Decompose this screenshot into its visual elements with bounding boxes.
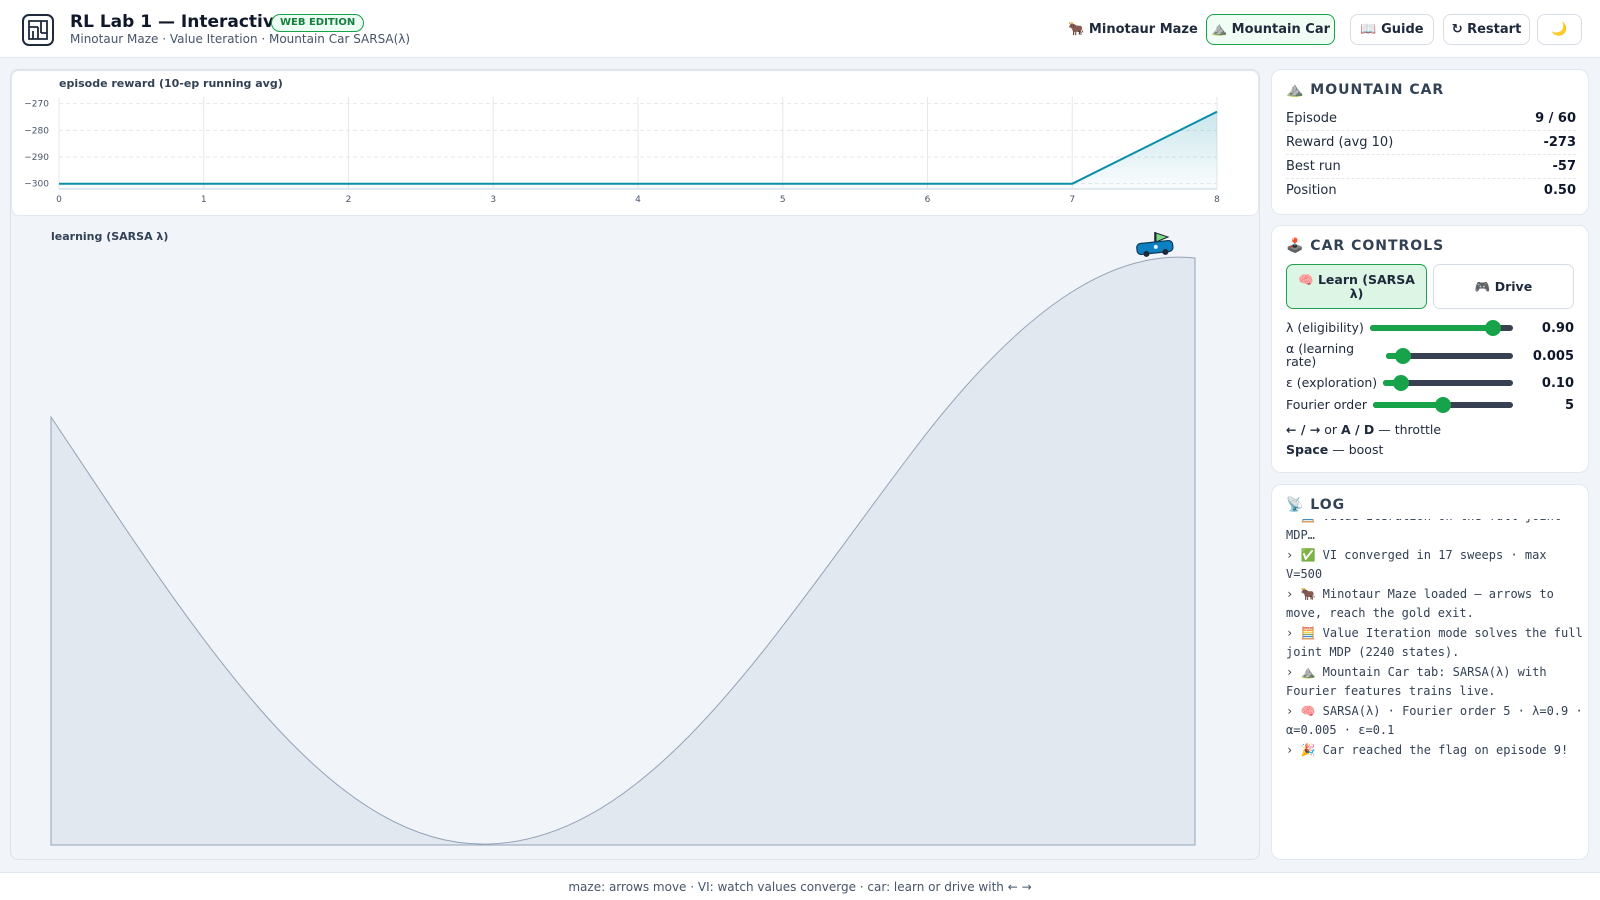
stat-value: -273	[1543, 135, 1576, 150]
footer-bar: maze: arrows move · VI: watch values con…	[0, 872, 1600, 900]
fourier-value: 5	[1564, 398, 1574, 413]
log-line: › ⛰️ Mountain Car tab: SARSA(λ) with Fou…	[1286, 665, 1547, 698]
stat-label: Position	[1286, 183, 1337, 198]
stat-value: -57	[1552, 159, 1577, 174]
x-tick-label: 5	[780, 195, 786, 205]
app-title: RL Lab 1 — Interactive	[70, 12, 286, 32]
hint-or: or	[1320, 422, 1341, 437]
mountain-car-stats-card: ⛰️ MOUNTAIN CAR Episode 9 / 60 Reward (a…	[1271, 69, 1589, 215]
lambda-value: 0.90	[1541, 321, 1574, 336]
car-controls-card: 🕹️ CAR CONTROLS 🧠 Learn (SARSA λ) 🎮 Driv…	[1271, 225, 1589, 473]
x-tick-label: 7	[1069, 195, 1075, 205]
epsilon-value: 0.10	[1541, 376, 1574, 391]
car-icon	[1136, 239, 1174, 257]
hint-space: Space	[1286, 442, 1329, 457]
stat-episode: Episode 9 / 60	[1286, 107, 1576, 131]
x-tick-label: 0	[56, 195, 62, 205]
stats-title: ⛰️ MOUNTAIN CAR	[1286, 82, 1445, 98]
fourier-slider-label: Fourier order	[1286, 397, 1368, 412]
hint-keys: ← / →	[1286, 422, 1321, 437]
y-tick-label: −270	[24, 100, 49, 110]
log-title: 📡 LOG	[1286, 497, 1346, 513]
log-line: › 🧠 SARSA(λ) · Fourier order 5 · λ=0.9 ·…	[1286, 704, 1583, 737]
hint-throttle: — throttle	[1374, 422, 1442, 437]
hint-boost: — boost	[1328, 442, 1384, 457]
x-tick-label: 4	[635, 195, 641, 205]
stat-reward: Reward (avg 10) -273	[1286, 131, 1576, 155]
x-tick-label: 2	[346, 195, 352, 205]
alpha-slider-label: α (learning rate)	[1286, 341, 1355, 369]
log-line: › 🧮 Value Iteration mode solves the full…	[1286, 626, 1583, 659]
tab-mountain-car[interactable]: ⛰️ Mountain Car	[1206, 14, 1335, 45]
log-line: › 🧮 Value Iteration on the full joint MD…	[1286, 519, 1561, 542]
controls-title: 🕹️ CAR CONTROLS	[1286, 238, 1445, 254]
log-line: › 🎉 Car reached the flag on episode 9!	[1286, 743, 1569, 757]
fourier-order-slider[interactable]	[1373, 397, 1513, 413]
x-tick-label: 8	[1214, 195, 1220, 205]
alpha-value: 0.005	[1532, 349, 1574, 364]
x-tick-label: 1	[201, 195, 207, 205]
stat-value: 0.50	[1543, 183, 1576, 198]
boost-hint: Space — boost	[1286, 442, 1383, 457]
footer-hint: maze: arrows move · VI: watch values con…	[568, 880, 1032, 894]
reward-chart: 0 1 2 3 4 5 6 7 8 −270 −280 −290 −300	[24, 97, 1220, 205]
stat-position: Position 0.50	[1286, 179, 1576, 203]
y-tick-label: −290	[24, 153, 49, 163]
stat-label: Episode	[1286, 111, 1338, 126]
y-tick-label: −300	[24, 180, 49, 190]
stat-label: Best run	[1286, 159, 1341, 174]
epsilon-slider[interactable]	[1383, 375, 1513, 391]
x-tick-label: 3	[490, 195, 496, 205]
stat-best-run: Best run -57	[1286, 155, 1576, 179]
learn-mode-button[interactable]: 🧠 Learn (SARSA λ)	[1286, 264, 1427, 309]
log-line: › ✅ VI converged in 17 sweeps · max V=50…	[1286, 548, 1547, 581]
lambda-slider-label: λ (eligibility)	[1286, 320, 1364, 335]
reward-chart-card: episode reward (10-ep running avg) 01234…	[11, 70, 1259, 216]
hint-keys-alt: A / D	[1340, 422, 1375, 437]
theme-toggle-button[interactable]: 🌙	[1537, 14, 1582, 45]
log-line: › 🐂 Minotaur Maze loaded — arrows to mov…	[1286, 587, 1554, 620]
top-bar: RL Lab 1 — Interactive WEB EDITION Minot…	[0, 0, 1600, 58]
lambda-slider[interactable]	[1370, 320, 1513, 336]
alpha-slider[interactable]	[1386, 348, 1513, 364]
stat-value: 9 / 60	[1535, 111, 1576, 126]
guide-button[interactable]: 📖 Guide	[1350, 14, 1434, 45]
drive-mode-button[interactable]: 🎮 Drive	[1433, 264, 1574, 309]
restart-button[interactable]: ↻ Restart	[1443, 14, 1530, 45]
throttle-hint: ← / → or A / D — throttle	[1286, 422, 1441, 437]
hill-terrain	[50, 256, 1196, 846]
epsilon-slider-label: ε (exploration)	[1286, 375, 1378, 390]
tab-minotaur-maze[interactable]: 🐂 Minotaur Maze	[1068, 14, 1198, 45]
edition-badge: WEB EDITION	[271, 14, 365, 32]
maze-icon	[22, 14, 54, 46]
stat-label: Reward (avg 10)	[1286, 135, 1394, 150]
x-tick-label: 6	[925, 195, 931, 205]
y-tick-label: −280	[24, 126, 49, 136]
log-card: 📡 LOG › 🧮 Value Iteration on the full jo…	[1271, 484, 1589, 860]
app-subtitle: Minotaur Maze · Value Iteration · Mounta…	[70, 32, 411, 46]
mountain-car-scene	[50, 232, 1196, 846]
log-output[interactable]: › 🧮 Value Iteration on the full joint MD…	[1286, 519, 1586, 859]
